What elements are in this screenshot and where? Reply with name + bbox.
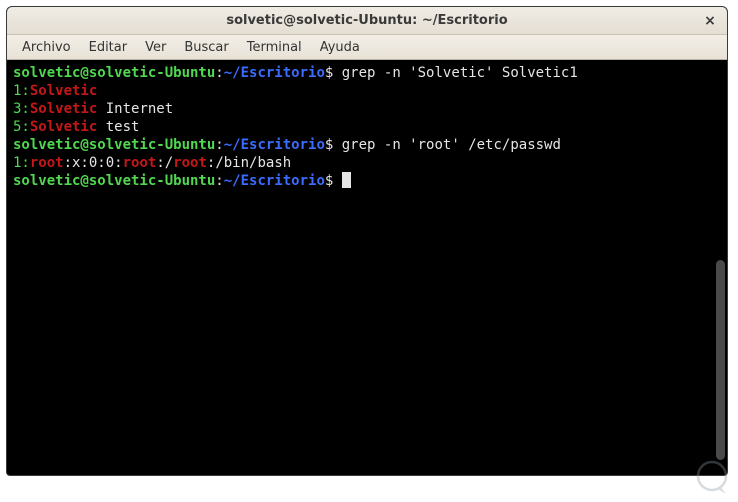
prompt-sep: : [215,173,223,189]
close-icon: × [704,13,716,29]
prompt-path: ~/Escritorio [224,65,325,81]
grep-match: Solvetic [30,119,97,135]
grep-linenum: 5: [13,119,30,135]
grep-match: root [173,155,207,171]
window-title: solvetic@solvetic-Ubuntu: ~/Escritorio [226,13,507,28]
terminal-line: 5:Solvetic test [13,118,721,136]
prompt-path: ~/Escritorio [224,137,325,153]
menu-archivo[interactable]: Archivo [13,37,80,58]
prompt-path: ~/Escritorio [224,173,325,189]
cursor [342,172,351,188]
grep-linenum: 1: [13,155,30,171]
command-text: grep -n 'root' /etc/passwd [333,137,561,153]
scrollbar[interactable] [716,260,725,460]
terminal-line: 3:Solvetic Internet [13,100,721,118]
prompt-sep: : [215,137,223,153]
prompt-userhost: solvetic@solvetic-Ubuntu [13,173,215,189]
terminal-window: solvetic@solvetic-Ubuntu: ~/Escritorio ×… [6,6,728,476]
prompt-userhost: solvetic@solvetic-Ubuntu [13,137,215,153]
terminal-body[interactable]: solvetic@solvetic-Ubuntu:~/Escritorio$ g… [7,60,727,475]
chat-bubble-icon[interactable] [692,458,732,498]
prompt-userhost: solvetic@solvetic-Ubuntu [13,65,215,81]
menu-editar[interactable]: Editar [80,37,137,58]
grep-match: Solvetic [30,83,97,99]
terminal-line: solvetic@solvetic-Ubuntu:~/Escritorio$ [13,172,721,190]
grep-text: :/ [156,155,173,171]
grep-match: Solvetic [30,101,97,117]
menu-buscar[interactable]: Buscar [175,37,237,58]
grep-match: root [123,155,157,171]
prompt-sep: : [215,65,223,81]
menu-terminal[interactable]: Terminal [238,37,311,58]
terminal-line: solvetic@solvetic-Ubuntu:~/Escritorio$ g… [13,64,721,82]
grep-rest: Internet [97,101,173,117]
grep-linenum: 3: [13,101,30,117]
menu-ayuda[interactable]: Ayuda [311,37,369,58]
prompt-space [333,173,341,189]
command-text: grep -n 'Solvetic' Solvetic1 [333,65,577,81]
terminal-line: 1:Solvetic [13,82,721,100]
grep-linenum: 1: [13,83,30,99]
titlebar[interactable]: solvetic@solvetic-Ubuntu: ~/Escritorio × [7,7,727,35]
grep-text: :/bin/bash [207,155,291,171]
close-button[interactable]: × [701,12,719,30]
menubar: Archivo Editar Ver Buscar Terminal Ayuda [7,35,727,60]
terminal-line: solvetic@solvetic-Ubuntu:~/Escritorio$ g… [13,136,721,154]
grep-rest: test [97,119,139,135]
terminal-line: 1:root:x:0:0:root:/root:/bin/bash [13,154,721,172]
grep-text: :x:0:0: [64,155,123,171]
menu-ver[interactable]: Ver [136,37,175,58]
grep-match: root [30,155,64,171]
